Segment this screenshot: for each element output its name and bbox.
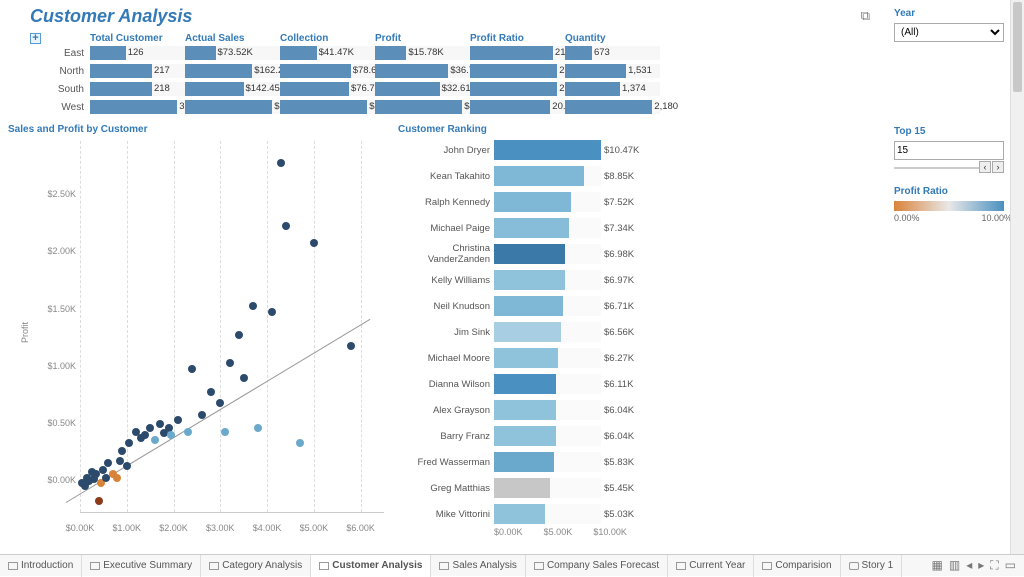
scatter-point[interactable] (254, 424, 262, 432)
sheet-tab[interactable]: Sales Analysis (431, 555, 525, 577)
scatter-point[interactable] (216, 399, 224, 407)
metric-header: Actual Sales (185, 33, 280, 44)
sheet-tab[interactable]: Company Sales Forecast (526, 555, 668, 577)
scatter-point[interactable] (235, 331, 243, 339)
scatter-point[interactable] (282, 222, 290, 230)
metric-header: Profit (375, 33, 470, 44)
sheet-icon (676, 562, 686, 570)
scatter-point[interactable] (113, 474, 121, 482)
topn-label: Top 15 (894, 126, 1012, 137)
scatter-point[interactable] (104, 459, 112, 467)
scatter-point[interactable] (249, 302, 257, 310)
metric-header: Quantity (565, 33, 660, 44)
sheet-tab[interactable]: Executive Summary (82, 555, 201, 577)
sheet-tab[interactable]: Current Year (668, 555, 754, 577)
sheet-tab[interactable]: Customer Analysis (311, 555, 431, 577)
popout-icon[interactable]: ⧉ (861, 8, 870, 24)
scatter-point[interactable] (268, 308, 276, 316)
metric-row[interactable]: East126$73.52K$41.47K$15.78K21.46%673 (30, 44, 660, 62)
scatter-point[interactable] (221, 428, 229, 436)
metrics-panel: +Total CustomerActual SalesCollectionPro… (30, 33, 886, 116)
sheet-tab[interactable]: Introduction (0, 555, 82, 577)
rank-row[interactable]: Michael Paige$7.34K (398, 215, 643, 241)
color-legend-label: Profit Ratio (894, 186, 1012, 197)
year-filter-label: Year (894, 8, 1012, 19)
sheet-icon (209, 562, 219, 570)
rank-row[interactable]: Barry Franz$6.04K (398, 423, 643, 449)
scatter-point[interactable] (198, 411, 206, 419)
sheet-icon (849, 562, 859, 570)
next-icon[interactable]: ▸ (978, 558, 984, 573)
metric-header: Collection (280, 33, 375, 44)
scatter-point[interactable] (118, 447, 126, 455)
rank-row[interactable]: Alex Grayson$6.04K (398, 397, 643, 423)
show-tabs-icon[interactable]: ▦ (932, 558, 943, 573)
present-icon[interactable]: ▭ (1005, 558, 1016, 573)
rank-row[interactable]: Neil Knudson$6.71K (398, 293, 643, 319)
rank-row[interactable]: Kelly Williams$6.97K (398, 267, 643, 293)
scatter-point[interactable] (207, 388, 215, 396)
scatter-point[interactable] (226, 359, 234, 367)
sheet-tab[interactable]: Category Analysis (201, 555, 311, 577)
rank-row[interactable]: Ralph Kennedy$7.52K (398, 189, 643, 215)
prev-icon[interactable]: ◂ (966, 558, 972, 573)
sheet-icon (762, 562, 772, 570)
sheet-icon (319, 562, 329, 570)
scatter-point[interactable] (277, 159, 285, 167)
scatter-title: Sales and Profit by Customer (8, 124, 388, 135)
scatter-point[interactable] (240, 374, 248, 382)
rank-row[interactable]: Greg Matthias$5.45K (398, 475, 643, 501)
sheet-tab[interactable]: Comparision (754, 555, 840, 577)
scatter-point[interactable] (146, 424, 154, 432)
color-legend-bar (894, 201, 1004, 211)
metric-row[interactable]: North217$162.20K$78.69K$36.76K22.67%1,53… (30, 62, 660, 80)
scatter-point[interactable] (310, 239, 318, 247)
scatter-point[interactable] (156, 420, 164, 428)
sheet-icon (90, 562, 100, 570)
metric-row[interactable]: South218$142.45K$76.70K$32.61K22.89%1,37… (30, 80, 660, 98)
scatter-point[interactable] (125, 439, 133, 447)
ranking-chart[interactable]: John Dryer$10.47KKean Takahito$8.85KRalp… (398, 137, 643, 539)
scatter-point[interactable] (151, 436, 159, 444)
year-select[interactable]: (All) (894, 23, 1004, 42)
scatter-point[interactable] (167, 431, 175, 439)
page-title: Customer Analysis (30, 6, 886, 27)
topn-slider[interactable]: ‹› (894, 164, 1004, 172)
topn-input[interactable] (894, 141, 1004, 160)
sheet-tab[interactable]: Story 1 (841, 555, 903, 577)
grid-icon[interactable]: ▥ (949, 558, 960, 573)
metric-header: Profit Ratio (470, 33, 565, 44)
expand-icon[interactable]: + (30, 33, 41, 44)
rank-row[interactable]: Mike Vittorini$5.03K (398, 501, 643, 527)
metric-row[interactable]: West307$211.47K$97.65K$43.91K20.77%2,180 (30, 98, 660, 116)
scatter-point[interactable] (141, 431, 149, 439)
scatter-point[interactable] (347, 342, 355, 350)
rank-row[interactable]: Jim Sink$6.56K (398, 319, 643, 345)
sheet-icon (439, 562, 449, 570)
scatter-point[interactable] (174, 416, 182, 424)
rank-row[interactable]: Michael Moore$6.27K (398, 345, 643, 371)
scatter-plot[interactable]: Profit $0.00K$1.00K$2.00K$3.00K$4.00K$5.… (28, 137, 388, 539)
fullscreen-icon[interactable]: ⛶ (990, 558, 998, 573)
y-axis-label: Profit (20, 322, 30, 343)
scatter-point[interactable] (184, 428, 192, 436)
scatter-point[interactable] (123, 462, 131, 470)
rank-row[interactable]: Kean Takahito$8.85K (398, 163, 643, 189)
rank-row[interactable]: Fred Wasserman$5.83K (398, 449, 643, 475)
vertical-scrollbar[interactable] (1010, 0, 1024, 554)
scatter-point[interactable] (188, 365, 196, 373)
sheet-tabs: IntroductionExecutive SummaryCategory An… (0, 554, 1024, 576)
rank-row[interactable]: John Dryer$10.47K (398, 137, 643, 163)
sheet-icon (8, 562, 18, 570)
rank-row[interactable]: Dianna Wilson$6.11K (398, 371, 643, 397)
scatter-point[interactable] (99, 466, 107, 474)
ranking-title: Customer Ranking (398, 124, 643, 135)
rank-row[interactable]: Christina VanderZanden$6.98K (398, 241, 643, 267)
sheet-icon (534, 562, 544, 570)
scatter-point[interactable] (296, 439, 304, 447)
slider-next-icon[interactable]: › (992, 161, 1004, 173)
scatter-point[interactable] (95, 497, 103, 505)
slider-prev-icon[interactable]: ‹ (979, 161, 991, 173)
metric-header: Total Customer (90, 33, 185, 44)
